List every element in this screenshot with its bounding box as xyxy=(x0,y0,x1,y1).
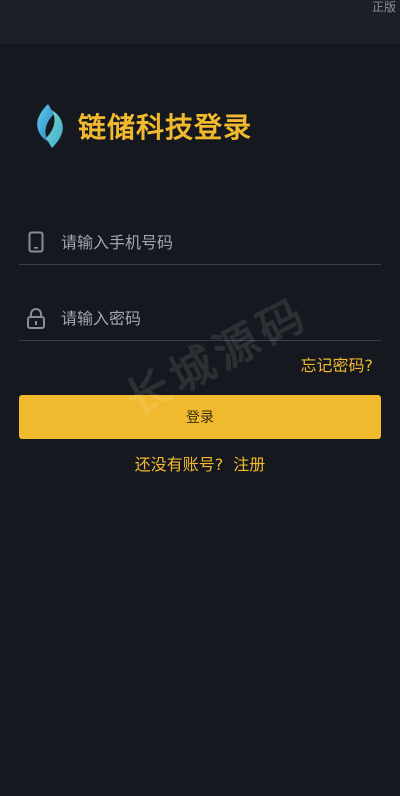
forgot-password-link[interactable]: 忘记密码? xyxy=(301,352,374,376)
status-bar: 正版 xyxy=(0,0,400,44)
register-link[interactable]: 注册 xyxy=(233,455,265,474)
login-page: 正版 链储科技登录 请输入手机号码 忘记密码? 登录 还没有账号? 注册 长城源… xyxy=(0,0,400,796)
lock-icon xyxy=(21,303,51,333)
phone-field xyxy=(19,220,381,265)
phone-input[interactable] xyxy=(59,221,381,263)
password-field xyxy=(19,296,381,341)
phone-icon xyxy=(21,227,51,257)
password-input[interactable] xyxy=(59,297,381,339)
register-row: 还没有账号? 注册 xyxy=(0,451,400,475)
brand-logo-icon xyxy=(37,104,63,148)
status-text: 正版 xyxy=(371,0,396,14)
page-title: 链储科技登录 xyxy=(78,111,253,144)
no-account-text: 还没有账号? xyxy=(134,455,224,474)
brand-header: 链储科技登录 xyxy=(32,102,252,150)
login-button[interactable]: 登录 xyxy=(19,395,381,439)
